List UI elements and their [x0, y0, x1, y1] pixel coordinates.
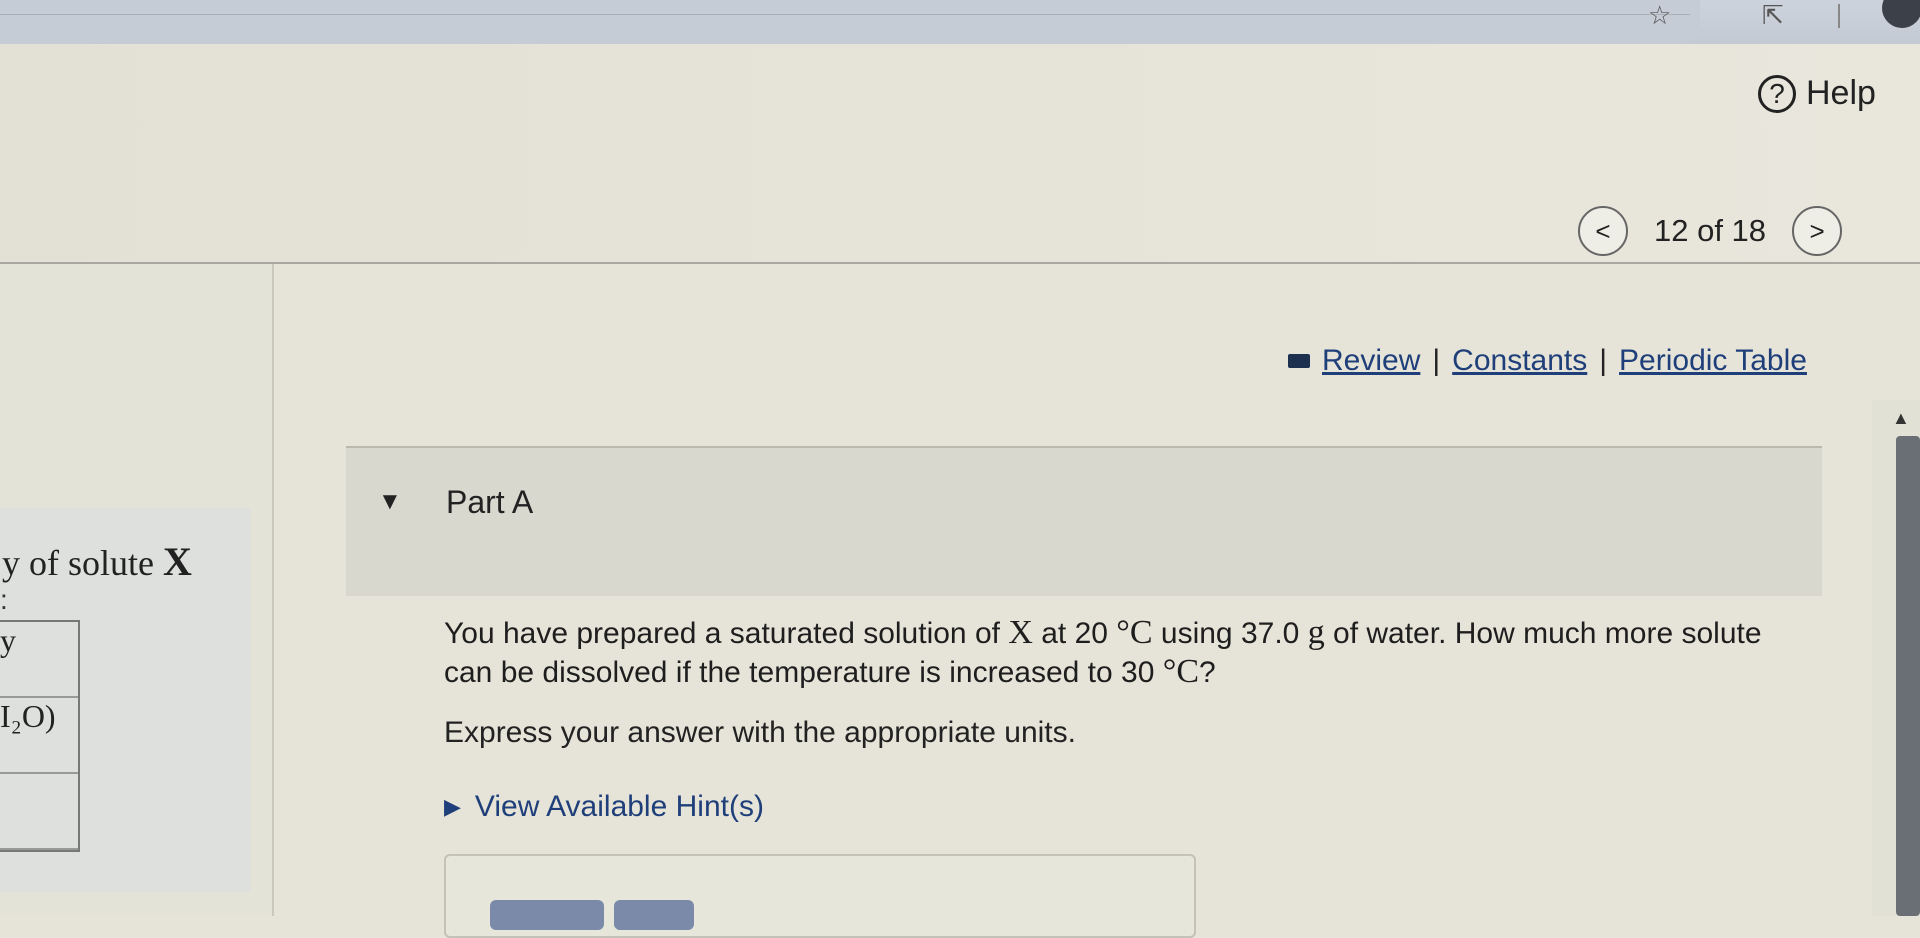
item-navigation: < 12 of 18 >	[1578, 206, 1843, 256]
question-text: You have prepared a saturated solution o…	[444, 614, 1784, 692]
scroll-up-icon[interactable]: ▲	[1892, 408, 1910, 429]
expand-arrow-icon: ▶	[444, 794, 461, 819]
toolbar-divider	[0, 14, 1690, 15]
solubility-title: y of solute X	[2, 538, 192, 585]
solute-symbol: X	[1008, 614, 1033, 651]
address-bar-area[interactable]	[0, 0, 1700, 44]
template-button[interactable]	[490, 900, 604, 930]
bookmark-star-icon[interactable]: ☆	[1648, 0, 1671, 31]
table-row	[0, 774, 78, 850]
table-row: y	[0, 622, 78, 698]
temperature-unit: °C	[1116, 614, 1153, 651]
resource-links: Review | Constants | Periodic Table	[1288, 344, 1807, 378]
help-label: Help	[1806, 74, 1876, 112]
next-item-button[interactable]: >	[1792, 206, 1843, 256]
hint-label: View Available Hint(s)	[474, 790, 764, 823]
share-icon[interactable]: ⇱	[1762, 0, 1784, 31]
units-button[interactable]	[614, 900, 694, 930]
constants-link[interactable]: Constants	[1452, 344, 1587, 378]
solubility-title-text: y of solute	[2, 543, 163, 583]
question-segment: using 37.0	[1152, 617, 1308, 650]
part-title: Part A	[446, 484, 534, 520]
help-button[interactable]: ? Help	[1758, 74, 1876, 113]
toolbar-separator	[1838, 4, 1840, 28]
browser-toolbar: ☆ ⇱	[0, 0, 1920, 44]
collapse-arrow-icon[interactable]: ▼	[378, 488, 402, 516]
question-segment: ?	[1199, 656, 1216, 689]
question-segment: You have prepared a saturated solution o…	[444, 617, 1009, 650]
view-hints-toggle[interactable]: ▶ View Available Hint(s)	[444, 790, 764, 824]
header-divider	[0, 262, 1920, 264]
link-separator: |	[1599, 344, 1608, 377]
review-link[interactable]: Review	[1322, 344, 1420, 378]
previous-item-button[interactable]: <	[1578, 206, 1628, 256]
part-a-header[interactable]	[346, 446, 1822, 596]
profile-avatar[interactable]	[1882, 0, 1920, 28]
solute-symbol: X	[162, 539, 192, 584]
page-counter: 12 of 18	[1654, 213, 1767, 248]
table-row	[0, 850, 78, 926]
periodic-table-link[interactable]: Periodic Table	[1619, 344, 1807, 378]
help-icon: ?	[1758, 74, 1796, 113]
mass-unit: g	[1307, 614, 1325, 651]
temperature-unit: °C	[1162, 653, 1200, 690]
solubility-colon: :	[0, 584, 8, 615]
solubility-table: y I₂O)	[0, 620, 80, 852]
question-segment: at 20	[1032, 617, 1117, 650]
table-row: I₂O)	[0, 698, 78, 774]
link-separator: |	[1432, 344, 1441, 377]
scrollbar-thumb[interactable]	[1896, 436, 1920, 916]
book-icon	[1288, 354, 1310, 368]
answer-instruction: Express your answer with the appropriate…	[444, 716, 1076, 749]
